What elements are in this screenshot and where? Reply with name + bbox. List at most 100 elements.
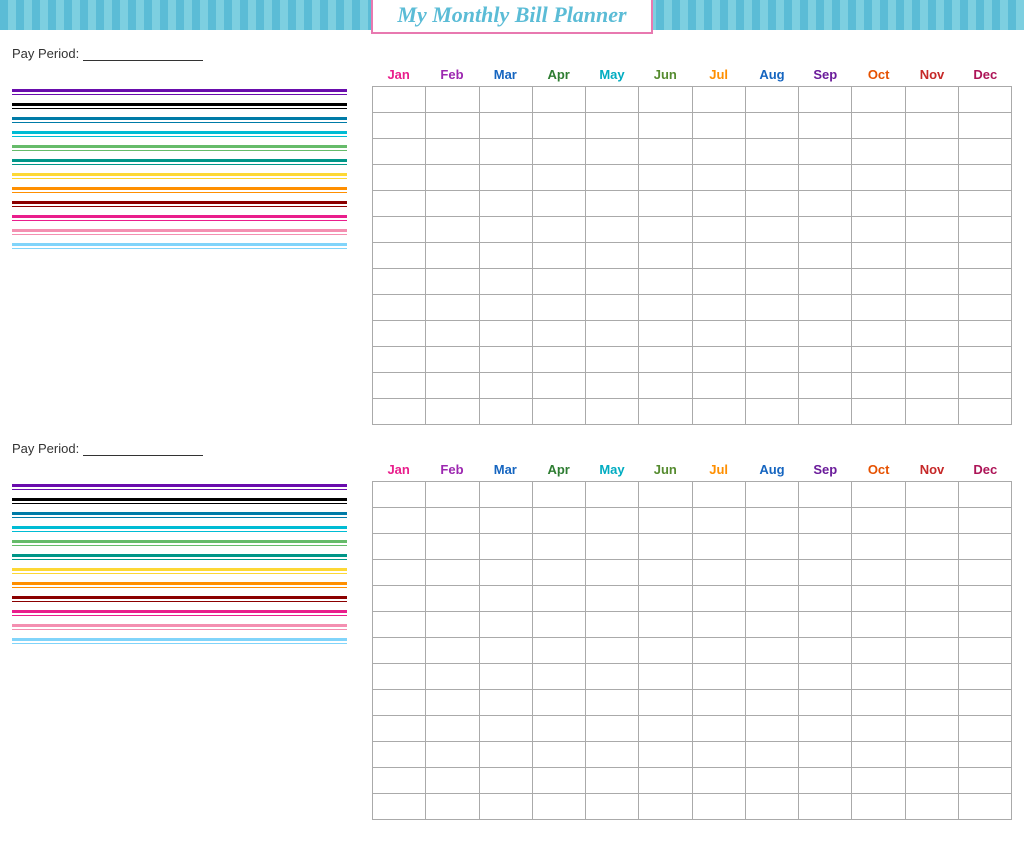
- grid-cell[interactable]: [426, 191, 479, 217]
- grid-cell[interactable]: [692, 768, 745, 794]
- grid-cell[interactable]: [799, 482, 852, 508]
- grid-cell[interactable]: [958, 295, 1011, 321]
- grid-cell[interactable]: [479, 399, 532, 425]
- grid-cell[interactable]: [745, 586, 798, 612]
- grid-cell[interactable]: [586, 191, 639, 217]
- table-row[interactable]: [373, 165, 1012, 191]
- grid-cell[interactable]: [692, 690, 745, 716]
- table-row[interactable]: [373, 742, 1012, 768]
- grid-cell[interactable]: [639, 664, 692, 690]
- grid-cell[interactable]: [745, 794, 798, 820]
- grid-cell[interactable]: [905, 508, 958, 534]
- grid-cell[interactable]: [905, 482, 958, 508]
- grid-cell[interactable]: [958, 87, 1011, 113]
- grid-cell[interactable]: [373, 664, 426, 690]
- grid-cell[interactable]: [586, 794, 639, 820]
- grid-cell[interactable]: [639, 768, 692, 794]
- grid-cell[interactable]: [692, 794, 745, 820]
- grid-cell[interactable]: [532, 508, 585, 534]
- table-row[interactable]: [373, 217, 1012, 243]
- grid-cell[interactable]: [692, 217, 745, 243]
- grid-cell[interactable]: [852, 87, 905, 113]
- grid-cell[interactable]: [905, 191, 958, 217]
- table-row[interactable]: [373, 139, 1012, 165]
- grid-cell[interactable]: [692, 269, 745, 295]
- grid-cell[interactable]: [692, 742, 745, 768]
- grid-cell[interactable]: [958, 534, 1011, 560]
- grid-cell[interactable]: [479, 373, 532, 399]
- grid-cell[interactable]: [692, 482, 745, 508]
- grid-cell[interactable]: [479, 269, 532, 295]
- grid-cell[interactable]: [532, 534, 585, 560]
- grid-cell[interactable]: [852, 638, 905, 664]
- grid-cell[interactable]: [692, 321, 745, 347]
- grid-cell[interactable]: [692, 347, 745, 373]
- grid-cell[interactable]: [799, 794, 852, 820]
- grid-cell[interactable]: [799, 87, 852, 113]
- grid-cell[interactable]: [852, 139, 905, 165]
- table-row[interactable]: [373, 794, 1012, 820]
- grid-cell[interactable]: [639, 243, 692, 269]
- grid-cell[interactable]: [479, 586, 532, 612]
- grid-cell[interactable]: [479, 638, 532, 664]
- grid-cell[interactable]: [692, 638, 745, 664]
- table-row[interactable]: [373, 399, 1012, 425]
- grid-cell[interactable]: [958, 716, 1011, 742]
- grid-cell[interactable]: [479, 794, 532, 820]
- grid-cell[interactable]: [532, 768, 585, 794]
- grid-cell[interactable]: [532, 347, 585, 373]
- grid-cell[interactable]: [639, 295, 692, 321]
- grid-cell[interactable]: [852, 716, 905, 742]
- grid-cell[interactable]: [799, 113, 852, 139]
- grid-cell[interactable]: [639, 742, 692, 768]
- grid-cell[interactable]: [426, 690, 479, 716]
- grid-cell[interactable]: [799, 586, 852, 612]
- grid-cell[interactable]: [479, 482, 532, 508]
- grid-cell[interactable]: [745, 113, 798, 139]
- grid-cell[interactable]: [958, 321, 1011, 347]
- grid-cell[interactable]: [479, 191, 532, 217]
- grid-cell[interactable]: [586, 165, 639, 191]
- grid-cell[interactable]: [639, 482, 692, 508]
- table-row[interactable]: [373, 373, 1012, 399]
- grid-cell[interactable]: [905, 638, 958, 664]
- table-row[interactable]: [373, 664, 1012, 690]
- grid-cell[interactable]: [799, 217, 852, 243]
- grid-cell[interactable]: [373, 113, 426, 139]
- grid-cell[interactable]: [799, 139, 852, 165]
- grid-cell[interactable]: [586, 295, 639, 321]
- grid-cell[interactable]: [958, 113, 1011, 139]
- grid-cell[interactable]: [373, 586, 426, 612]
- grid-cell[interactable]: [479, 165, 532, 191]
- grid-cell[interactable]: [586, 664, 639, 690]
- grid-cell[interactable]: [905, 347, 958, 373]
- grid-cell[interactable]: [586, 638, 639, 664]
- grid-cell[interactable]: [479, 243, 532, 269]
- grid-cell[interactable]: [905, 243, 958, 269]
- grid-cell[interactable]: [745, 373, 798, 399]
- grid-cell[interactable]: [479, 664, 532, 690]
- grid-cell[interactable]: [586, 612, 639, 638]
- grid-cell[interactable]: [852, 482, 905, 508]
- grid-cell[interactable]: [745, 664, 798, 690]
- grid-cell[interactable]: [905, 716, 958, 742]
- grid-cell[interactable]: [426, 295, 479, 321]
- grid-cell[interactable]: [639, 690, 692, 716]
- grid-cell[interactable]: [532, 399, 585, 425]
- grid-cell[interactable]: [639, 373, 692, 399]
- grid-cell[interactable]: [426, 269, 479, 295]
- table-row[interactable]: [373, 508, 1012, 534]
- grid-cell[interactable]: [799, 560, 852, 586]
- grid-cell[interactable]: [373, 295, 426, 321]
- grid-cell[interactable]: [905, 295, 958, 321]
- grid-cell[interactable]: [799, 638, 852, 664]
- grid-cell[interactable]: [692, 165, 745, 191]
- grid-cell[interactable]: [905, 217, 958, 243]
- grid-cell[interactable]: [692, 373, 745, 399]
- grid-cell[interactable]: [905, 399, 958, 425]
- grid-cell[interactable]: [958, 508, 1011, 534]
- grid-cell[interactable]: [958, 139, 1011, 165]
- grid-cell[interactable]: [852, 690, 905, 716]
- grid-cell[interactable]: [373, 399, 426, 425]
- grid-cell[interactable]: [692, 191, 745, 217]
